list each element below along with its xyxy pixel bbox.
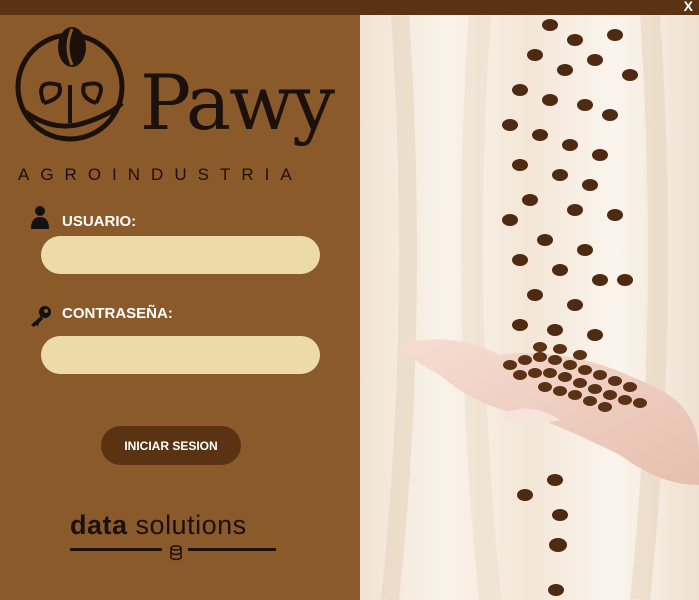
key-icon (31, 306, 51, 327)
login-panel: Pawy AGROINDUSTRIA USUARIO: CONTRASEÑA: … (0, 15, 360, 600)
database-icon (170, 545, 182, 561)
user-icon (31, 206, 49, 229)
brand-subtitle: AGROINDUSTRIA (18, 165, 303, 184)
password-label: CONTRASEÑA: (62, 305, 173, 322)
brand-logo: Pawy (14, 23, 350, 188)
brand-name: Pawy (140, 58, 335, 147)
password-input[interactable] (41, 336, 320, 374)
login-button[interactable]: INICIAR SESION (101, 426, 241, 465)
title-bar: X (0, 0, 699, 15)
logo-rule-left (70, 548, 162, 551)
hero-image (360, 15, 699, 600)
coffee-hand-emblem-icon (15, 27, 125, 142)
coffee-beans-hand-image (381, 15, 699, 600)
username-label: USUARIO: (62, 213, 137, 230)
close-icon[interactable]: X (684, 0, 693, 14)
data-solutions-text: data solutions (70, 510, 247, 540)
data-solutions-logo: data solutions (70, 510, 280, 570)
logo-rule-right (188, 548, 276, 551)
username-input[interactable] (41, 236, 320, 274)
